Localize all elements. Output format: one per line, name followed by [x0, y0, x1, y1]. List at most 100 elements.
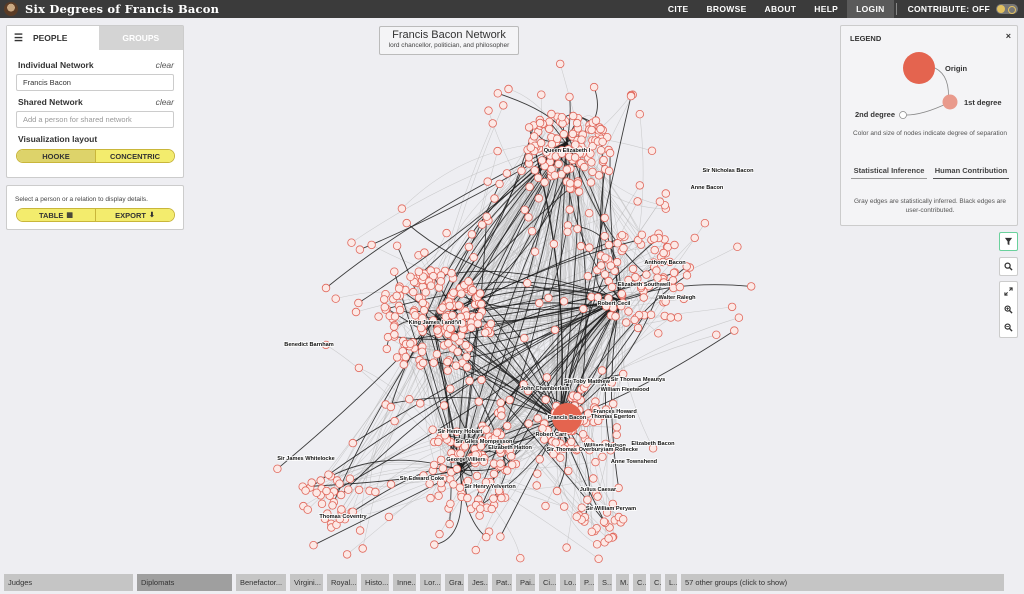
person-node[interactable]	[417, 347, 427, 356]
person-node[interactable]	[474, 397, 483, 406]
group-chip[interactable]: Lo...	[560, 573, 576, 591]
person-node[interactable]	[503, 466, 512, 475]
nav-help[interactable]: HELP	[805, 0, 847, 18]
person-node[interactable]	[390, 416, 399, 426]
person-node[interactable]	[585, 243, 594, 252]
person-node[interactable]	[544, 293, 553, 303]
zoom-out-button[interactable]	[1000, 318, 1017, 336]
person-node[interactable]	[611, 312, 620, 321]
nav-about[interactable]: ABOUT	[756, 0, 806, 18]
group-chip[interactable]: P...	[580, 573, 594, 591]
group-chip[interactable]: Judges	[4, 573, 133, 591]
person-node[interactable]	[426, 281, 436, 290]
person-node[interactable]	[583, 495, 592, 504]
person-node[interactable]	[411, 311, 420, 320]
person-node[interactable]	[317, 499, 327, 508]
group-chip[interactable]: Pai...	[516, 573, 535, 591]
person-node[interactable]	[392, 353, 402, 362]
node-label[interactable]: Sir Nicholas Bacon	[702, 167, 755, 175]
person-node[interactable]	[496, 398, 505, 407]
person-node[interactable]	[464, 277, 473, 286]
person-node[interactable]	[489, 469, 499, 479]
person-node[interactable]	[577, 503, 586, 512]
person-node[interactable]	[668, 276, 678, 285]
person-node[interactable]	[348, 438, 357, 448]
person-node[interactable]	[495, 179, 504, 189]
person-node[interactable]	[461, 341, 470, 350]
person-node[interactable]	[487, 504, 496, 514]
person-node[interactable]	[520, 205, 529, 214]
node-label[interactable]: Walter Ralegh	[658, 294, 697, 302]
person-node[interactable]	[469, 253, 478, 262]
person-node[interactable]	[541, 395, 550, 404]
person-node[interactable]	[406, 339, 415, 348]
person-node[interactable]	[505, 395, 514, 405]
person-node[interactable]	[452, 464, 462, 474]
person-node[interactable]	[733, 242, 742, 251]
person-node[interactable]	[475, 511, 484, 520]
node-label[interactable]: Anthony Bacon	[644, 259, 688, 267]
person-node[interactable]	[635, 181, 644, 190]
person-node[interactable]	[633, 197, 642, 206]
person-node[interactable]	[446, 499, 455, 508]
person-node[interactable]	[449, 288, 458, 297]
node-label[interactable]: John Chamberlain	[520, 385, 571, 393]
person-node[interactable]	[419, 306, 429, 315]
person-node[interactable]	[496, 459, 505, 468]
person-node[interactable]	[507, 452, 516, 461]
person-node[interactable]	[550, 171, 559, 180]
person-node[interactable]	[655, 197, 665, 206]
group-chip[interactable]: Virgini...	[290, 573, 323, 591]
person-node[interactable]	[541, 501, 550, 511]
person-node[interactable]	[401, 352, 410, 362]
person-node[interactable]	[463, 493, 472, 503]
person-node[interactable]	[402, 218, 411, 228]
person-node[interactable]	[624, 307, 633, 316]
person-node[interactable]	[570, 153, 580, 162]
node-label[interactable]: George Villiers	[446, 456, 487, 464]
person-node[interactable]	[443, 366, 452, 375]
person-node[interactable]	[631, 272, 640, 282]
person-node[interactable]	[324, 470, 333, 479]
individual-clear-link[interactable]: clear	[156, 60, 174, 70]
person-node[interactable]	[536, 138, 546, 148]
person-node[interactable]	[572, 118, 582, 128]
person-node[interactable]	[573, 224, 582, 233]
node-label[interactable]: Sir Thomas Meautys	[610, 376, 666, 384]
person-node[interactable]	[583, 272, 593, 281]
person-node[interactable]	[559, 297, 569, 306]
group-chip[interactable]: Ci...	[539, 573, 556, 591]
person-node[interactable]	[420, 248, 429, 257]
group-chip[interactable]: Histo...	[361, 573, 389, 591]
person-node[interactable]	[626, 91, 636, 101]
person-node[interactable]	[468, 286, 477, 295]
person-node[interactable]	[484, 106, 493, 115]
person-node[interactable]	[562, 165, 572, 174]
person-node[interactable]	[594, 554, 603, 563]
group-chip[interactable]: Gra...	[445, 573, 464, 591]
person-node[interactable]	[592, 540, 602, 549]
person-node[interactable]	[604, 240, 614, 250]
person-node[interactable]	[573, 179, 582, 188]
person-node[interactable]	[564, 466, 573, 476]
person-node[interactable]	[436, 455, 446, 465]
person-node[interactable]	[331, 294, 340, 303]
person-node[interactable]	[617, 230, 627, 240]
person-node[interactable]	[492, 428, 502, 437]
person-node[interactable]	[587, 125, 596, 135]
person-node[interactable]	[605, 148, 615, 158]
person-node[interactable]	[661, 189, 670, 198]
person-node[interactable]	[464, 242, 474, 252]
person-node[interactable]	[530, 132, 539, 141]
person-node[interactable]	[552, 486, 562, 496]
group-chip[interactable]: Royal...	[327, 573, 357, 591]
person-node[interactable]	[389, 322, 399, 331]
person-node[interactable]	[309, 541, 318, 550]
person-node[interactable]	[354, 363, 364, 373]
nav-login[interactable]: LOGIN	[847, 0, 894, 18]
person-node[interactable]	[596, 124, 605, 134]
person-node[interactable]	[386, 480, 396, 489]
person-node[interactable]	[542, 373, 552, 382]
node-label[interactable]: Sir Toby Matthew	[563, 378, 611, 386]
person-node[interactable]	[462, 363, 472, 372]
